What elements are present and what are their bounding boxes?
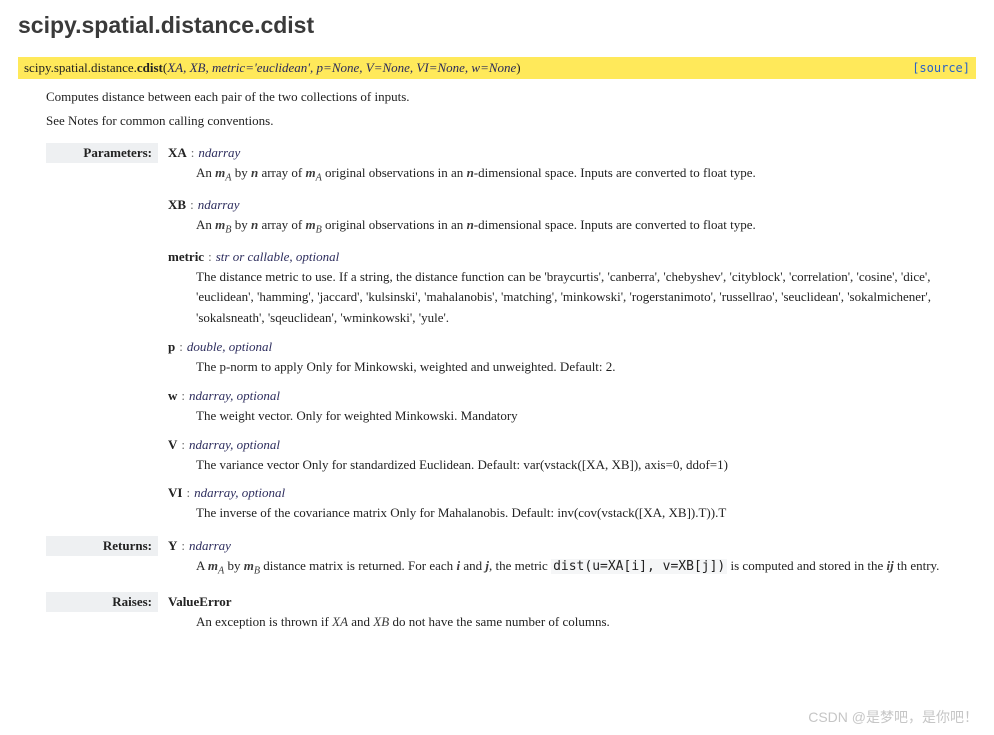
param-colon: : — [175, 339, 187, 354]
text: by — [231, 165, 251, 180]
parameters-body: XA:ndarray An mA by n array of mA origin… — [168, 143, 976, 536]
param-VI-type: ndarray, optional — [194, 485, 285, 500]
watermark: CSDN @是梦吧，是你吧！ — [808, 707, 978, 727]
param-colon: : — [186, 197, 198, 212]
args-close: ) — [516, 60, 520, 75]
math-n2: n — [467, 165, 474, 180]
param-XB-desc: An mB by n array of mB original observat… — [196, 215, 976, 239]
text: A — [196, 558, 208, 573]
param-w-name: w — [168, 388, 177, 403]
raise-desc: An exception is thrown if XA and XB do n… — [196, 612, 976, 633]
notes-text: See Notes for common calling conventions… — [46, 113, 976, 129]
param-XB-type: ndarray — [198, 197, 240, 212]
return-Y: Y:ndarray A mA by mB distance matrix is … — [168, 538, 976, 580]
param-XB-name: XB — [168, 197, 186, 212]
source-link[interactable]: [source] — [912, 61, 970, 75]
text: do not have the same number of columns. — [389, 614, 610, 629]
param-metric-type: str or callable, optional — [216, 249, 340, 264]
XB-ref: XB — [373, 614, 389, 629]
signature-bar: scipy.spatial.distance.cdist(XA, XB, met… — [18, 57, 976, 79]
param-V-name: V — [168, 437, 177, 452]
param-colon: : — [177, 437, 189, 452]
code-dist: dist(u=XA[i], v=XB[j]) — [551, 559, 727, 574]
param-p-desc: The p-norm to apply Only for Minkowski, … — [196, 357, 976, 378]
param-metric: metric:str or callable, optional The dis… — [168, 249, 976, 329]
text: th entry. — [894, 558, 940, 573]
param-colon: : — [187, 145, 199, 160]
param-w: w:ndarray, optional The weight vector. O… — [168, 388, 976, 427]
math-n2: n — [467, 217, 474, 232]
raises-body: ValueError An exception is thrown if XA … — [168, 592, 976, 645]
returns-body: Y:ndarray A mA by mB distance matrix is … — [168, 536, 976, 592]
returns-row: Returns: Y:ndarray A mA by mB distance m… — [46, 536, 976, 592]
math-mB: mB — [244, 558, 260, 573]
param-XA-desc: An mA by n array of mA original observat… — [196, 163, 976, 187]
func-name: cdist — [137, 60, 163, 75]
intro-text: Computes distance between each pair of t… — [46, 89, 976, 105]
param-p: p:double, optional The p-norm to apply O… — [168, 339, 976, 378]
text: An — [196, 217, 215, 232]
raise-valueerror: ValueError An exception is thrown if XA … — [168, 594, 976, 633]
param-colon: : — [177, 538, 189, 553]
field-table: Parameters: XA:ndarray An mA by n array … — [46, 143, 976, 645]
param-colon: : — [182, 485, 194, 500]
text: by — [231, 217, 251, 232]
text: -dimensional space. Inputs are converted… — [474, 165, 756, 180]
math-mA: mA — [208, 558, 224, 573]
signature-args: XA, XB, metric='euclidean', p=None, V=No… — [167, 60, 516, 75]
text: and — [460, 558, 485, 573]
raises-row: Raises: ValueError An exception is throw… — [46, 592, 976, 645]
error-name: ValueError — [168, 594, 232, 609]
param-colon: : — [177, 388, 189, 403]
returns-label: Returns: — [46, 536, 158, 556]
math-ij: ij — [886, 558, 893, 573]
param-p-type: double, optional — [187, 339, 272, 354]
parameters-row: Parameters: XA:ndarray An mA by n array … — [46, 143, 976, 536]
text: is computed and stored in the — [727, 558, 886, 573]
signature-text: scipy.spatial.distance.cdist(XA, XB, met… — [24, 60, 521, 76]
math-mA: mA — [215, 165, 231, 180]
param-w-desc: The weight vector. Only for weighted Min… — [196, 406, 976, 427]
page-title: scipy.spatial.distance.cdist — [18, 12, 976, 39]
text: array of — [258, 217, 305, 232]
param-metric-name: metric — [168, 249, 204, 264]
text: array of — [258, 165, 305, 180]
param-V-type: ndarray, optional — [189, 437, 280, 452]
return-Y-name: Y — [168, 538, 177, 553]
math-mA2: mA — [305, 165, 321, 180]
return-Y-desc: A mA by mB distance matrix is returned. … — [196, 556, 976, 580]
raises-label: Raises: — [46, 592, 158, 612]
parameters-label: Parameters: — [46, 143, 158, 163]
text: by — [224, 558, 244, 573]
text: , the metric — [489, 558, 551, 573]
param-VI-name: VI — [168, 485, 182, 500]
param-colon: : — [204, 249, 216, 264]
param-XA-type: ndarray — [198, 145, 240, 160]
module-path: scipy.spatial.distance. — [24, 60, 137, 75]
return-Y-type: ndarray — [189, 538, 231, 553]
text: original observations in an — [322, 165, 467, 180]
param-w-type: ndarray, optional — [189, 388, 280, 403]
math-mB: mB — [215, 217, 231, 232]
text: distance matrix is returned. For each — [260, 558, 456, 573]
text: An — [196, 165, 215, 180]
param-VI-desc: The inverse of the covariance matrix Onl… — [196, 503, 976, 524]
param-VI: VI:ndarray, optional The inverse of the … — [168, 485, 976, 524]
param-XA: XA:ndarray An mA by n array of mA origin… — [168, 145, 976, 187]
XA-ref: XA — [332, 614, 348, 629]
param-XB: XB:ndarray An mB by n array of mB origin… — [168, 197, 976, 239]
text: and — [348, 614, 373, 629]
text: original observations in an — [322, 217, 467, 232]
param-V: V:ndarray, optional The variance vector … — [168, 437, 976, 476]
param-metric-desc: The distance metric to use. If a string,… — [196, 267, 976, 329]
text: An exception is thrown if — [196, 614, 332, 629]
param-V-desc: The variance vector Only for standardize… — [196, 455, 976, 476]
text: -dimensional space. Inputs are converted… — [474, 217, 756, 232]
math-mB2: mB — [305, 217, 321, 232]
param-XA-name: XA — [168, 145, 187, 160]
